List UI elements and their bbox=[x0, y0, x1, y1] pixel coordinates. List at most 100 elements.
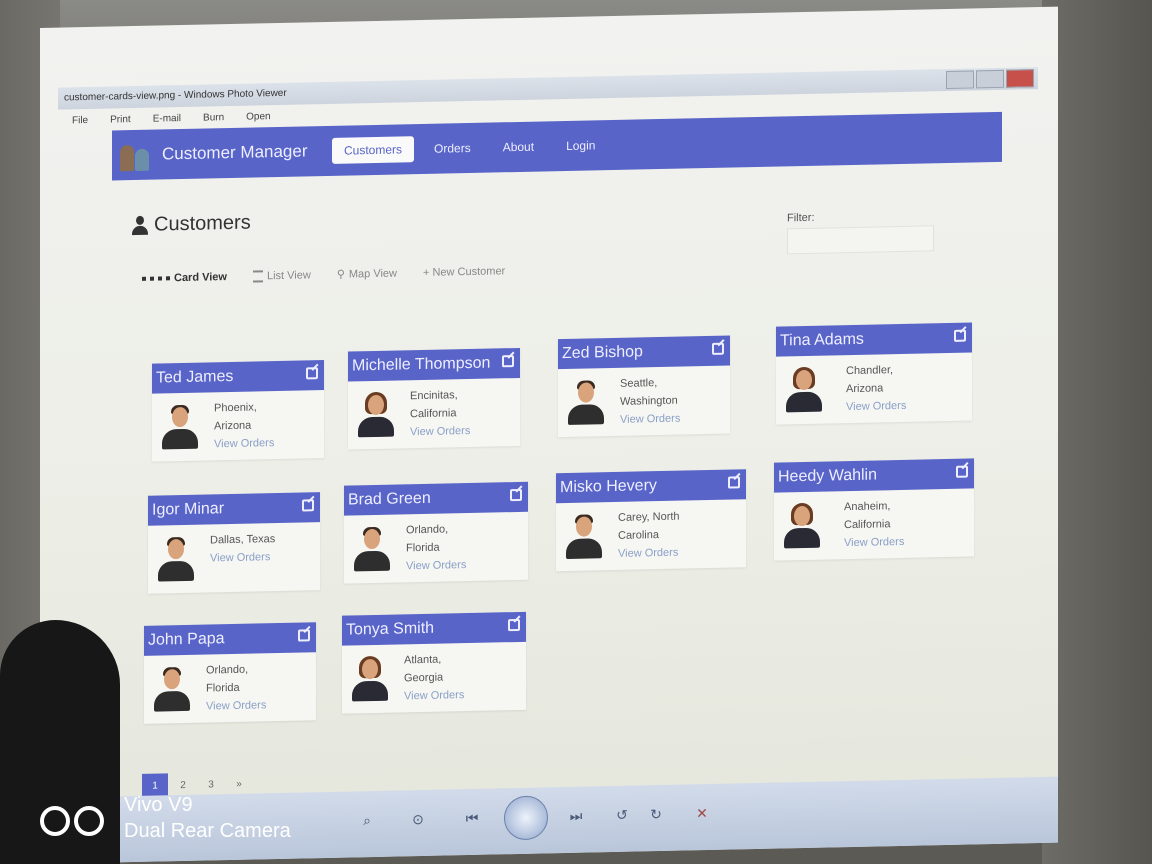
card-name[interactable]: Igor Minar bbox=[152, 500, 224, 519]
watermark-line1: Vivo V9 bbox=[124, 794, 193, 816]
minimize-button[interactable] bbox=[946, 70, 974, 90]
slideshow-button[interactable] bbox=[504, 795, 548, 841]
nav-customers[interactable]: Customers bbox=[332, 136, 415, 164]
user-icon bbox=[132, 215, 148, 235]
list-icon bbox=[253, 269, 263, 283]
card-view-label: Card View bbox=[174, 270, 227, 284]
list-view-tab[interactable]: List View bbox=[253, 268, 311, 283]
nav-login[interactable]: Login bbox=[554, 132, 607, 159]
customer-card: John Papa Orlando, Florida View Orders bbox=[144, 622, 316, 724]
customer-cards: Ted James Phoenix, Arizona View Orders M… bbox=[142, 312, 982, 724]
actual-size-icon[interactable]: ⊙ bbox=[406, 808, 430, 831]
filter-label: Filter: bbox=[787, 211, 815, 225]
avatar bbox=[784, 366, 824, 415]
card-name[interactable]: Misko Hevery bbox=[560, 477, 657, 496]
edit-icon[interactable] bbox=[954, 329, 966, 342]
camera-logo-icon bbox=[40, 806, 110, 836]
card-state: Florida bbox=[206, 681, 240, 695]
next-icon[interactable]: ⏭ bbox=[556, 804, 596, 827]
window-controls bbox=[946, 69, 1034, 90]
card-city: Anaheim, bbox=[844, 500, 891, 514]
edit-icon[interactable] bbox=[306, 367, 318, 380]
view-toolbar: Card View List View ⚲ Map View + New Cus… bbox=[142, 264, 505, 285]
card-state: California bbox=[844, 518, 891, 532]
maximize-button[interactable] bbox=[976, 69, 1004, 89]
view-orders-link[interactable]: View Orders bbox=[620, 413, 680, 426]
list-view-label: List View bbox=[267, 268, 311, 282]
delete-icon[interactable]: ✕ bbox=[692, 802, 712, 824]
view-orders-link[interactable]: View Orders bbox=[406, 559, 466, 572]
zoom-icon[interactable]: ⌕ bbox=[352, 809, 382, 832]
card-city: Dallas, Texas bbox=[210, 533, 276, 547]
customer-card: Heedy Wahlin Anaheim, California View Or… bbox=[774, 458, 974, 561]
card-name[interactable]: John Papa bbox=[148, 630, 225, 649]
main-content: Customers Filter: Card View List View ⚲ … bbox=[112, 162, 1002, 841]
edit-icon[interactable] bbox=[502, 355, 514, 368]
card-state: Carolina bbox=[618, 529, 659, 542]
page-title: Customers bbox=[132, 212, 251, 237]
card-name[interactable]: Brad Green bbox=[348, 490, 431, 509]
card-city: Carey, North bbox=[618, 510, 680, 524]
watermark-line2: Dual Rear Camera bbox=[124, 820, 291, 842]
page-title-text: Customers bbox=[154, 211, 251, 236]
room-wall-right bbox=[1042, 0, 1152, 864]
brand-title[interactable]: Customer Manager bbox=[162, 141, 332, 165]
edit-icon[interactable] bbox=[510, 488, 522, 502]
card-state: Arizona bbox=[214, 419, 252, 433]
view-orders-link[interactable]: View Orders bbox=[410, 425, 470, 438]
card-name[interactable]: Tina Adams bbox=[780, 331, 864, 350]
customer-card: Michelle Thompson Encinitas, California … bbox=[348, 347, 520, 450]
card-state: Washington bbox=[620, 394, 678, 408]
card-view-tab[interactable]: Card View bbox=[142, 270, 227, 285]
menu-burn[interactable]: Burn bbox=[203, 108, 224, 128]
rotate-right-icon[interactable]: ↻ bbox=[646, 803, 666, 825]
customer-card: Brad Green Orlando, Florida View Orders bbox=[344, 481, 528, 584]
menu-print[interactable]: Print bbox=[110, 110, 131, 130]
customer-card: Igor Minar Dallas, Texas View Orders bbox=[148, 492, 320, 594]
view-orders-link[interactable]: View Orders bbox=[404, 689, 464, 702]
avatar bbox=[566, 380, 606, 427]
view-orders-link[interactable]: View Orders bbox=[210, 551, 270, 564]
menu-file[interactable]: File bbox=[72, 111, 88, 131]
card-name[interactable]: Ted James bbox=[156, 368, 233, 387]
menu-open[interactable]: Open bbox=[246, 107, 270, 128]
view-orders-link[interactable]: View Orders bbox=[214, 437, 274, 450]
projection-screen: customer-cards-view.png - Windows Photo … bbox=[40, 6, 1058, 864]
view-orders-link[interactable]: View Orders bbox=[618, 547, 678, 560]
nav-orders[interactable]: Orders bbox=[422, 135, 483, 162]
card-name[interactable]: Zed Bishop bbox=[562, 343, 643, 362]
filter-input[interactable] bbox=[787, 225, 934, 255]
view-orders-link[interactable]: View Orders bbox=[846, 400, 906, 413]
new-customer-button[interactable]: + New Customer bbox=[423, 264, 505, 279]
close-button[interactable] bbox=[1006, 69, 1034, 88]
edit-icon[interactable] bbox=[508, 618, 520, 632]
edit-icon[interactable] bbox=[712, 342, 724, 355]
card-name[interactable]: Michelle Thompson bbox=[352, 355, 490, 375]
map-pin-icon: ⚲ bbox=[336, 268, 345, 281]
map-view-tab[interactable]: ⚲ Map View bbox=[337, 267, 397, 281]
card-city: Seattle, bbox=[620, 377, 658, 390]
edit-icon[interactable] bbox=[956, 465, 968, 478]
avatar bbox=[350, 655, 390, 704]
menu-email[interactable]: E-mail bbox=[153, 109, 181, 130]
edit-icon[interactable] bbox=[302, 499, 314, 512]
view-orders-link[interactable]: View Orders bbox=[206, 699, 266, 712]
card-state: Arizona bbox=[846, 382, 884, 396]
window-title: customer-cards-view.png - Windows Photo … bbox=[64, 87, 287, 104]
customer-card: Ted James Phoenix, Arizona View Orders bbox=[152, 360, 324, 462]
edit-icon[interactable] bbox=[728, 476, 740, 489]
avatar bbox=[152, 667, 192, 714]
rotate-left-icon[interactable]: ↺ bbox=[612, 804, 632, 826]
view-orders-link[interactable]: View Orders bbox=[844, 536, 904, 549]
edit-icon[interactable] bbox=[298, 629, 310, 642]
card-state: California bbox=[410, 407, 457, 421]
avatar bbox=[352, 526, 392, 574]
card-name[interactable]: Heedy Wahlin bbox=[778, 466, 877, 485]
customer-card: Zed Bishop Seattle, Washington View Orde… bbox=[558, 335, 730, 438]
card-city: Atlanta, bbox=[404, 653, 442, 667]
grid-icon bbox=[142, 275, 170, 281]
previous-icon[interactable]: ⏮ bbox=[452, 807, 492, 830]
card-name[interactable]: Tonya Smith bbox=[346, 620, 434, 639]
nav-about[interactable]: About bbox=[491, 133, 546, 160]
avatar bbox=[782, 502, 822, 551]
